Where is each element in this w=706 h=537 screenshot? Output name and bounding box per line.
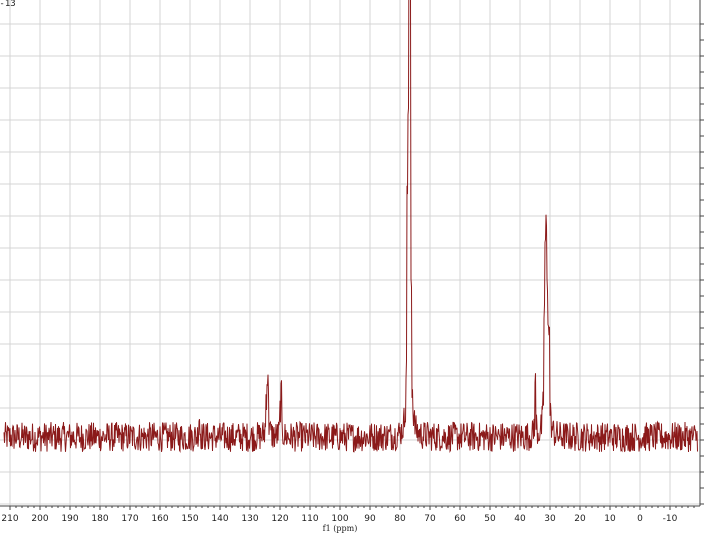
x-tick-label: 200 <box>31 514 48 524</box>
x-tick-label: 0 <box>637 514 643 524</box>
x-tick-label: 210 <box>1 514 18 524</box>
x-tick-label: 160 <box>151 514 168 524</box>
x-tick-label: -10 <box>663 514 678 524</box>
x-tick-label: 10 <box>604 514 616 524</box>
x-tick-label: 70 <box>424 514 436 524</box>
plot-background <box>0 0 706 537</box>
x-tick-label: 40 <box>514 514 526 524</box>
nmr-spectrum-chart: 210 200 190 180 170 160 150 140 130 120 110 100 90 80… <box>0 0 706 537</box>
x-tick-label: 80 <box>394 514 406 524</box>
chart-title: 4-13 <box>0 0 16 9</box>
x-tick-label: 60 <box>454 514 466 524</box>
x-tick-label: 150 <box>181 514 198 524</box>
x-tick-label: 50 <box>484 514 496 524</box>
x-tick-label: 20 <box>574 514 586 524</box>
x-tick-label: 190 <box>61 514 78 524</box>
x-tick-label: 180 <box>91 514 108 524</box>
x-tick-label: 130 <box>241 514 258 524</box>
x-tick-label: 170 <box>121 514 138 524</box>
x-axis-label: f1 (ppm) <box>323 524 358 533</box>
x-tick-label: 140 <box>211 514 228 524</box>
x-tick-label: 120 <box>271 514 288 524</box>
x-tick-label: 110 <box>301 514 318 524</box>
x-tick-label: 100 <box>331 514 348 524</box>
x-tick-label: 90 <box>364 514 376 524</box>
x-tick-label: 30 <box>544 514 556 524</box>
